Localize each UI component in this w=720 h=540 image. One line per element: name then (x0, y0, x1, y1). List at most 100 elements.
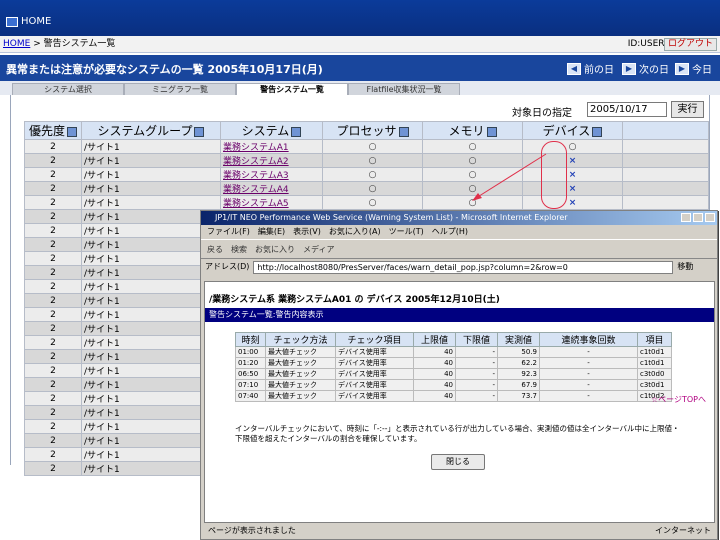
detail-cell: - (539, 390, 638, 402)
prev-day-button[interactable]: ◀ 前の日 (567, 61, 614, 76)
device-cell-value[interactable]: × (569, 184, 577, 194)
today-button[interactable]: ▶ 今日 (675, 61, 712, 76)
tab-bar: システム選択 ミニグラフ一覧 警告システム一覧 Flatfile収集状況一覧 (0, 81, 720, 95)
group-cell: /サイト1 (81, 167, 221, 182)
system-cell-value[interactable]: 業務システムA4 (223, 185, 289, 195)
priority-cell-value: 2 (50, 309, 56, 320)
detail-cell: 01:00 (235, 346, 266, 358)
priority-cell: 2 (24, 265, 82, 280)
detail-cell: デバイス使用率 (335, 390, 414, 402)
tab-warning-systems[interactable]: 警告システム一覧 (236, 83, 348, 95)
sort-icon[interactable] (291, 126, 302, 137)
detail-cell: 最大値チェック (265, 379, 336, 391)
col-group[interactable]: システムグループ (81, 121, 221, 140)
processor-cell-value: ○ (368, 141, 377, 152)
detail-cell: c1t0d1 (637, 357, 672, 369)
detail-cell: デバイス使用率 (335, 368, 414, 380)
col-system[interactable]: システム (220, 121, 323, 140)
menu-tools[interactable]: ツール(T) (389, 225, 424, 239)
detail-cell: - (455, 390, 498, 402)
menu-favorites[interactable]: お気に入り(A) (329, 225, 381, 239)
go-button[interactable]: 移動 (677, 259, 693, 275)
group-cell-value: /サイト1 (84, 241, 120, 251)
sort-icon[interactable] (398, 126, 409, 137)
group-cell-value: /サイト1 (84, 353, 120, 363)
favorites-button[interactable]: お気に入り (255, 240, 295, 258)
priority-cell-value: 2 (50, 253, 56, 264)
address-input[interactable]: http://localhost8080/PresServer/faces/wa… (253, 260, 674, 274)
page-title-bar: 異常または注意が必要なシステムの一覧 2005年10月17日(月) ◀ 前の日 … (0, 55, 720, 81)
col-device[interactable]: デバイス (522, 121, 623, 140)
sort-icon[interactable] (67, 126, 77, 137)
priority-cell: 2 (24, 321, 82, 336)
group-cell-value: /サイト1 (84, 143, 120, 153)
group-cell: /サイト1 (81, 153, 221, 168)
priority-cell-value: 2 (50, 281, 56, 292)
execute-button[interactable]: 実行 (671, 101, 704, 118)
menu-view[interactable]: 表示(V) (293, 225, 321, 239)
device-cell-value[interactable]: × (569, 156, 577, 166)
detail-cell: デバイス使用率 (335, 357, 414, 369)
popup-menubar: ファイル(F) 編集(E) 表示(V) お気に入り(A) ツール(T) ヘルプ(… (201, 225, 717, 239)
close-button[interactable]: 閉じる (431, 454, 485, 470)
processor-cell-value: ○ (368, 155, 377, 166)
breadcrumb-home[interactable]: HOME (3, 39, 30, 49)
priority-cell: 2 (24, 223, 82, 238)
device-cell-value[interactable]: × (569, 198, 577, 208)
device-cell-value[interactable]: × (569, 170, 577, 180)
group-cell-value: /サイト1 (84, 213, 120, 223)
date-filter-input[interactable]: 2005/10/17 (587, 102, 667, 117)
tab-flatfile-status[interactable]: Flatfile収集状況一覧 (348, 83, 460, 95)
detail-cell: 06:50 (235, 368, 266, 380)
priority-cell-value: 2 (50, 393, 56, 404)
close-icon[interactable] (705, 213, 715, 222)
popup-note: インターバルチェックにおいて、時刻に「-:--」と表示されている行が出力している… (235, 424, 680, 443)
menu-file[interactable]: ファイル(F) (207, 225, 250, 239)
sort-icon[interactable] (486, 126, 497, 137)
col-priority[interactable]: 優先度 (24, 121, 82, 140)
group-cell: /サイト1 (81, 139, 221, 154)
next-day-button[interactable]: ▶ 次の日 (622, 61, 669, 76)
priority-cell: 2 (24, 391, 82, 406)
page-top-link[interactable]: ☆ページTOPへ (651, 394, 706, 405)
menu-help[interactable]: ヘルプ(H) (432, 225, 468, 239)
system-cell-value[interactable]: 業務システムA3 (223, 171, 289, 181)
menu-edit[interactable]: 編集(E) (258, 225, 285, 239)
sort-icon[interactable] (592, 126, 603, 137)
priority-cell: 2 (24, 181, 82, 196)
col-measured: 実測値 (497, 332, 540, 347)
priority-cell-value: 2 (50, 435, 56, 446)
minimize-icon[interactable] (681, 213, 691, 222)
back-button[interactable]: 戻る (207, 240, 223, 258)
detail-row: 01:00 最大値チェック デバイス使用率 40-50.9- c1t0d1 (235, 346, 672, 358)
priority-cell: 2 (24, 293, 82, 308)
media-button[interactable]: メディア (303, 240, 334, 258)
search-button[interactable]: 検索 (231, 240, 247, 258)
table-row: 2/サイト1 業務システムA5 ○ ○ × (24, 195, 709, 210)
prev-arrow-icon: ◀ (567, 62, 581, 75)
logout-button[interactable]: ログアウト (663, 38, 717, 51)
home-link[interactable]: HOME (6, 16, 51, 27)
sort-icon[interactable] (194, 126, 205, 137)
tab-mini-graph[interactable]: ミニグラフ一覧 (124, 83, 236, 95)
detail-cell: - (455, 346, 498, 358)
col-item: チェック項目 (335, 332, 414, 347)
priority-cell-value: 2 (50, 239, 56, 250)
group-cell-value: /サイト1 (84, 199, 120, 209)
processor-cell-value: ○ (368, 197, 377, 208)
col-processor[interactable]: プロセッサ (322, 121, 423, 140)
popup-toolbar: 戻る 検索 お気に入り メディア (201, 239, 717, 259)
detail-cell: 40 (413, 390, 456, 402)
system-cell-value[interactable]: 業務システムA1 (223, 143, 289, 153)
group-cell: /サイト1 (81, 181, 221, 196)
system-cell-value[interactable]: 業務システムA5 (223, 199, 289, 209)
group-cell-value: /サイト1 (84, 325, 120, 335)
device-cell-value: ○ (568, 141, 577, 152)
annotation-arrow (472, 153, 547, 201)
detail-cell: 67.9 (497, 379, 540, 391)
col-memory[interactable]: メモリ (422, 121, 523, 140)
next-day-label: 次の日 (639, 65, 669, 76)
maximize-icon[interactable] (693, 213, 703, 222)
system-cell-value[interactable]: 業務システムA2 (223, 157, 289, 167)
tab-system-select[interactable]: システム選択 (12, 83, 124, 95)
